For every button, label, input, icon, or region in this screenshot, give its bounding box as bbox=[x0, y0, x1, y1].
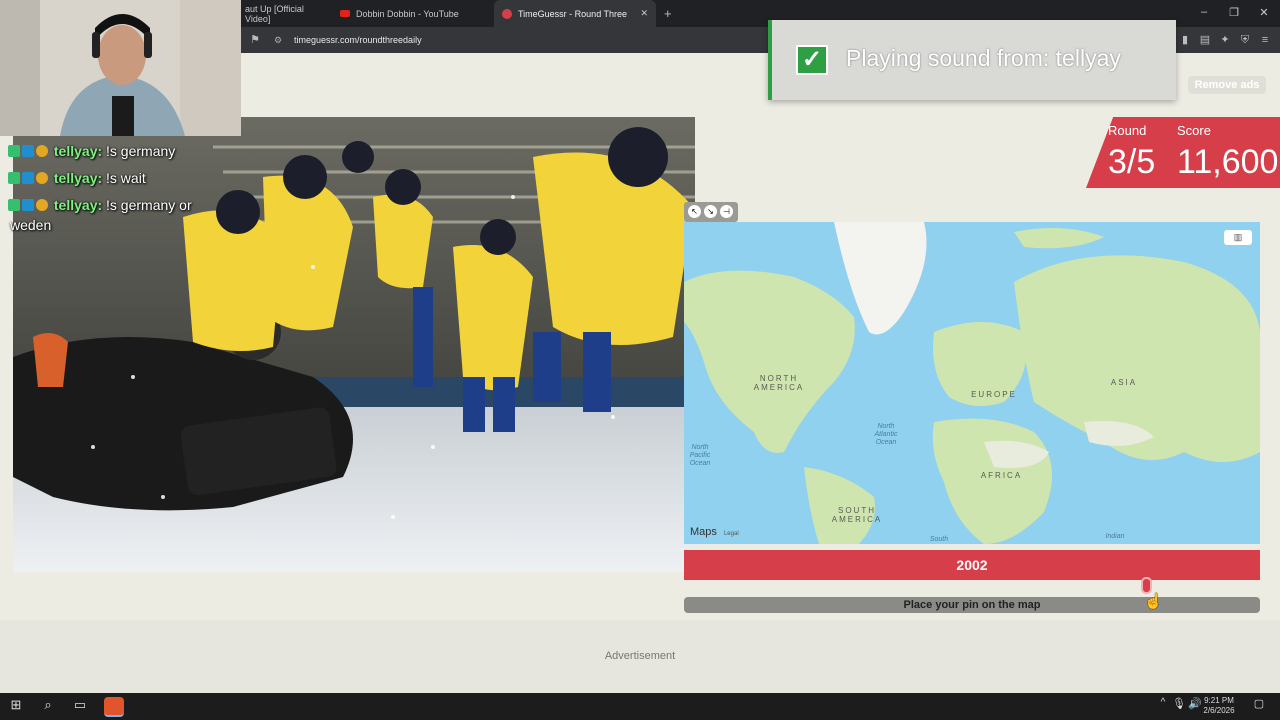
map-label: NORTH AMERICA bbox=[753, 374, 805, 392]
chat-username: tellyay: bbox=[53, 197, 103, 213]
system-clock[interactable]: 9:21 PM 2/6/2026 bbox=[1200, 696, 1238, 716]
new-tab-icon[interactable]: + bbox=[664, 6, 672, 21]
legal-link[interactable]: Legal bbox=[724, 531, 739, 537]
apple-maps-logo: Maps Legal bbox=[690, 526, 739, 538]
tab-label: Dobbin Dobbin - YouTube bbox=[356, 8, 459, 19]
site-info-icon[interactable]: ⚙ bbox=[274, 31, 282, 49]
map-type-toggle-icon[interactable]: ▥ bbox=[1224, 230, 1252, 245]
check-icon: ✓ bbox=[796, 45, 828, 75]
chat-text: !s germany or bbox=[106, 197, 192, 213]
chat-message: tellyay: !s germany or bbox=[8, 197, 192, 213]
badge-icon bbox=[8, 172, 20, 184]
leo-icon[interactable]: ✦ bbox=[1218, 33, 1232, 47]
map-resize-controls: ↖ ↘ ⊣ bbox=[684, 202, 738, 222]
year-value: 2002 bbox=[956, 557, 988, 573]
map-label: EUROPE bbox=[971, 390, 1017, 399]
restore-icon[interactable]: ❐ bbox=[1224, 6, 1244, 19]
tab-label: TimeGuessr - Round Three bbox=[518, 8, 628, 19]
remove-ads-button[interactable]: Remove ads bbox=[1188, 76, 1266, 94]
ocean-label: Indian bbox=[1105, 533, 1125, 540]
map-label: AFRICA bbox=[980, 471, 1023, 480]
maps-attribution: Maps bbox=[690, 526, 717, 538]
chat-message: tellyay: !s germany bbox=[8, 143, 175, 159]
url-field[interactable]: ⚙ timeguessr.com/roundthreedaily bbox=[262, 31, 762, 49]
wallet-icon[interactable]: ▤ bbox=[1198, 33, 1212, 47]
clock-date: 2/6/2026 bbox=[1203, 706, 1235, 715]
youtube-icon bbox=[340, 10, 350, 17]
badge-icon bbox=[36, 172, 48, 184]
minimize-icon[interactable]: – bbox=[1194, 6, 1214, 18]
cursor-icon: ☝ bbox=[1144, 593, 1163, 610]
taskbar bbox=[0, 693, 1280, 720]
search-icon[interactable]: ⌕ bbox=[37, 697, 59, 713]
chat-message-continuation: weden bbox=[10, 217, 51, 233]
shrink-icon[interactable]: ↘ bbox=[704, 205, 717, 218]
window-close-icon[interactable]: ✕ bbox=[1254, 6, 1274, 19]
badge-icon bbox=[22, 199, 34, 211]
badge-icon bbox=[22, 172, 34, 184]
guess-map[interactable]: NORTH AMERICA EUROPE ASIA AFRICA SOUTH A… bbox=[684, 222, 1260, 544]
bookmark-icon[interactable]: ⚑ bbox=[248, 33, 262, 47]
advertisement-label: Advertisement bbox=[604, 650, 676, 662]
expand-icon[interactable]: ↖ bbox=[688, 205, 701, 218]
task-view-icon[interactable]: ▭ bbox=[69, 697, 91, 713]
badge-icon bbox=[8, 145, 20, 157]
menu-icon[interactable]: ≡ bbox=[1258, 33, 1272, 47]
chat-message: tellyay: !s wait bbox=[8, 170, 146, 186]
ocean-label: South bbox=[929, 536, 949, 543]
round-value: 3/5 bbox=[1108, 143, 1156, 181]
score-label: Score bbox=[1177, 123, 1211, 138]
pin-icon[interactable]: ⊣ bbox=[720, 205, 733, 218]
round-label: Round bbox=[1108, 123, 1147, 138]
badge-icon bbox=[22, 145, 34, 157]
tab-youtube[interactable]: Dobbin Dobbin - YouTube bbox=[332, 0, 492, 27]
chat-text: !s wait bbox=[106, 170, 146, 186]
badge-icon bbox=[8, 199, 20, 211]
map-label: ASIA bbox=[1110, 378, 1138, 387]
year-display: 2002 bbox=[684, 550, 1260, 580]
chat-text: weden bbox=[10, 217, 52, 233]
score-value: 11,600 bbox=[1177, 143, 1279, 181]
chat-text: !s germany bbox=[106, 143, 176, 159]
clock-time: 9:21 PM bbox=[1204, 696, 1234, 705]
chat-username: tellyay: bbox=[53, 170, 103, 186]
notification-center-icon[interactable]: ▢ bbox=[1248, 697, 1270, 710]
badge-icon bbox=[36, 145, 48, 157]
map-label: SOUTH AMERICA bbox=[831, 506, 883, 524]
tab-timeguessr[interactable]: TimeGuessr - Round Three ✕ bbox=[494, 0, 656, 27]
badge-icon bbox=[36, 199, 48, 211]
windows-start-icon[interactable]: ⊞ bbox=[5, 697, 27, 713]
close-icon[interactable]: ✕ bbox=[640, 8, 648, 19]
chat-username: tellyay: bbox=[53, 143, 103, 159]
ocean-label: North Pacific Ocean bbox=[689, 444, 711, 467]
ocean-label: North Atlantic Ocean bbox=[874, 423, 898, 446]
url-text: timeguessr.com/roundthreedaily bbox=[294, 35, 422, 45]
tab-label: aut Up [Official Video] bbox=[245, 3, 304, 24]
vpn-icon[interactable]: ⛨ bbox=[1238, 33, 1252, 47]
place-pin-label: Place your pin on the map bbox=[903, 599, 1041, 611]
brave-browser-icon[interactable] bbox=[104, 697, 124, 717]
sidebar-icon[interactable]: ▮ bbox=[1178, 33, 1192, 47]
webcam-overlay bbox=[0, 0, 241, 136]
timeguessr-icon bbox=[502, 8, 512, 19]
place-pin-button[interactable]: Place your pin on the map bbox=[684, 597, 1260, 613]
tab-video[interactable]: aut Up [Official Video] bbox=[237, 0, 329, 27]
webcam-image bbox=[0, 0, 241, 136]
notification-text: Playing sound from: tellyay bbox=[846, 45, 1121, 71]
